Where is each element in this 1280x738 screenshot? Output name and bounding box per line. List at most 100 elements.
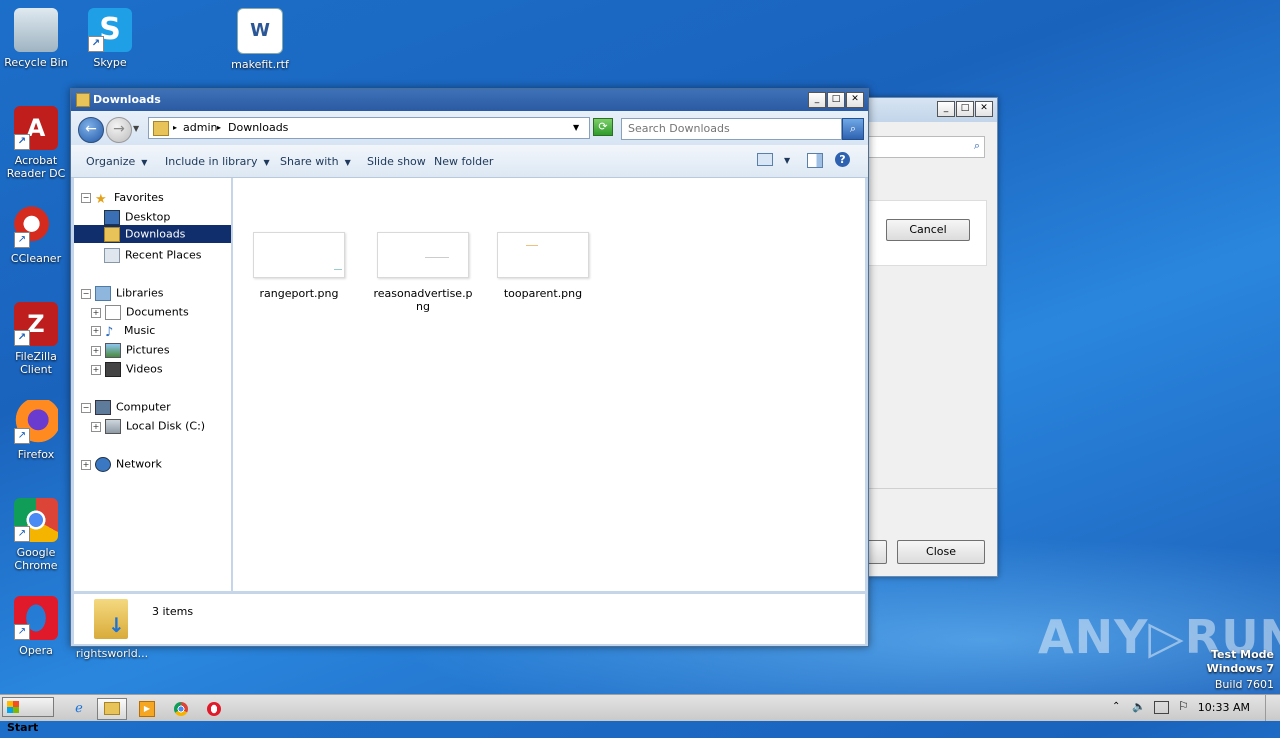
desktop-icon-recycle-bin[interactable]: Recycle Bin — [0, 8, 72, 69]
back-button[interactable]: ← — [78, 117, 104, 143]
expand-icon[interactable]: + — [91, 307, 101, 318]
network-status-icon[interactable] — [1154, 701, 1169, 714]
search-input[interactable] — [622, 119, 834, 137]
desktop-icon — [104, 210, 120, 225]
share-with-menu[interactable]: Share with ▼ — [280, 155, 351, 168]
share-label: Share with — [280, 155, 339, 168]
search-box[interactable] — [621, 118, 842, 140]
folder-icon — [153, 121, 169, 136]
close-icon[interactable]: ✕ — [975, 101, 993, 117]
maximize-icon[interactable]: □ — [827, 92, 845, 108]
tree-label: Libraries — [116, 286, 164, 300]
tree-recent-places[interactable]: Recent Places — [104, 248, 202, 263]
expand-icon[interactable]: + — [91, 326, 101, 336]
tree-documents[interactable]: + Documents — [91, 305, 189, 320]
collapse-icon[interactable]: − — [81, 402, 91, 413]
maximize-icon[interactable]: □ — [956, 101, 974, 117]
explorer-titlebar[interactable]: Downloads _ □ ✕ — [71, 89, 868, 111]
breadcrumb-admin[interactable]: admin — [183, 121, 217, 134]
forward-button[interactable]: → — [106, 117, 132, 143]
item-count: 3 items — [152, 605, 194, 618]
desktop-icon-partial[interactable]: rightsworld... — [72, 647, 152, 660]
expand-icon[interactable]: + — [91, 421, 101, 432]
help-icon[interactable]: ? — [835, 152, 850, 167]
desktop-icon-label: Google Chrome — [14, 546, 58, 572]
address-bar[interactable]: ▸ admin ▸ Downloads ▼ — [148, 117, 590, 139]
minimize-icon[interactable]: _ — [808, 92, 826, 108]
action-center-flag-icon[interactable]: ⚐ — [1178, 699, 1189, 713]
clock[interactable]: 10:33 AM — [1198, 701, 1250, 714]
background-dialog[interactable]: _ □ ✕ ⌕ Cancel Close — [862, 97, 998, 577]
chrome-taskbar-icon[interactable] — [166, 698, 196, 720]
tree-network[interactable]: + Network — [81, 457, 162, 472]
tree-label: Favorites — [114, 191, 164, 204]
file-item[interactable]: tooparent.png — [493, 232, 593, 300]
downloads-folder-icon — [104, 227, 120, 242]
close-icon[interactable]: ✕ — [846, 92, 864, 108]
desktop-icon-acrobat[interactable]: A ↗ Acrobat Reader DC — [0, 106, 72, 180]
background-dialog-titlebar[interactable]: _ □ ✕ — [863, 98, 997, 122]
ie-taskbar-icon[interactable]: ℯ — [64, 698, 94, 720]
preview-pane-icon[interactable] — [807, 153, 823, 168]
details-pane: 3 items — [74, 593, 865, 644]
folder-icon — [76, 93, 90, 107]
change-view-icon[interactable] — [757, 153, 773, 166]
collapse-icon[interactable]: − — [81, 193, 91, 203]
refresh-button[interactable]: ⟳ — [593, 118, 613, 136]
tree-favorites[interactable]: − ★ Favorites — [81, 191, 164, 207]
desktop-icon-chrome[interactable]: ↗ Google Chrome — [0, 498, 72, 572]
tree-computer[interactable]: − Computer — [81, 400, 171, 415]
minimize-icon[interactable]: _ — [937, 101, 955, 117]
desktop-icon-ccleaner[interactable]: ↗ CCleaner — [0, 204, 72, 265]
desktop-icon-filezilla[interactable]: Z ↗ FileZilla Client — [0, 302, 72, 376]
tree-local-disk[interactable]: + Local Disk (C:) — [91, 419, 205, 434]
tree-label: Downloads — [125, 227, 186, 241]
tree-desktop[interactable]: Desktop — [104, 210, 170, 225]
taskbar: Start ℯ ▶ ⌃ 🔈 ⚐ 10:33 AM — [0, 694, 1280, 734]
tree-downloads-selected[interactable]: Downloads — [74, 225, 231, 243]
desktop-icon-firefox[interactable]: ↗ Firefox — [0, 400, 72, 461]
expand-icon[interactable]: + — [91, 364, 101, 375]
file-item[interactable]: reasonadvertise.png — [371, 232, 475, 313]
tree-pictures[interactable]: + Pictures — [91, 343, 170, 358]
address-dropdown-icon[interactable]: ▼ — [573, 123, 579, 132]
opera-taskbar-icon[interactable] — [199, 698, 229, 720]
show-desktop-button[interactable] — [1265, 695, 1280, 721]
watermark-build: Build 7601 — [1214, 678, 1274, 691]
desktop-icon-label: CCleaner — [10, 252, 62, 265]
slide-show-button[interactable]: Slide show — [367, 155, 426, 168]
new-folder-button[interactable]: New folder — [434, 155, 493, 168]
close-button[interactable]: Close — [897, 540, 985, 564]
tree-music[interactable]: + ♪ Music — [91, 324, 155, 340]
recent-pages-chevron-icon[interactable]: ▼ — [133, 124, 139, 133]
desktop-icon-opera[interactable]: ↗ Opera — [0, 596, 72, 657]
file-item[interactable]: rangeport.png — [249, 232, 349, 300]
expand-icon[interactable]: + — [91, 345, 101, 356]
file-name: tooparent.png — [503, 287, 583, 300]
desktop-icon-skype[interactable]: S ↗ Skype — [74, 8, 146, 69]
breadcrumb-chevron-icon[interactable]: ▸ — [217, 123, 221, 132]
collapse-icon[interactable]: − — [81, 288, 91, 299]
background-panel: Cancel — [867, 200, 987, 266]
cancel-button[interactable]: Cancel — [886, 219, 970, 241]
desktop-icon-label: Recycle Bin — [4, 56, 68, 69]
start-button[interactable]: Start — [2, 697, 54, 734]
breadcrumb-chevron-icon[interactable]: ▸ — [173, 123, 177, 132]
tree-videos[interactable]: + Videos — [91, 362, 163, 377]
file-list[interactable]: rangeport.png reasonadvertise.png toopar… — [233, 178, 865, 591]
search-icon[interactable]: ⌕ — [842, 118, 864, 140]
organize-menu[interactable]: Organize ▼ — [86, 155, 147, 168]
explorer-taskbar-icon[interactable] — [97, 698, 127, 720]
breadcrumb-downloads[interactable]: Downloads — [228, 121, 288, 134]
tree-libraries[interactable]: − Libraries — [81, 286, 164, 301]
include-in-library-menu[interactable]: Include in library ▼ — [165, 155, 270, 168]
tree-label: Computer — [116, 400, 171, 414]
desktop-icon-makefit[interactable]: W makefit.rtf — [224, 8, 296, 71]
background-search-box[interactable]: ⌕ — [867, 136, 985, 158]
view-dropdown-icon[interactable]: ▼ — [784, 156, 790, 165]
media-player-taskbar-icon[interactable]: ▶ — [132, 698, 162, 720]
show-hidden-icons-icon[interactable]: ⌃ — [1112, 701, 1120, 712]
volume-icon[interactable]: 🔈 — [1132, 700, 1146, 713]
explorer-window[interactable]: Downloads _ □ ✕ ← → ▼ ▸ admin ▸ Download… — [70, 88, 869, 647]
expand-icon[interactable]: + — [81, 459, 91, 470]
